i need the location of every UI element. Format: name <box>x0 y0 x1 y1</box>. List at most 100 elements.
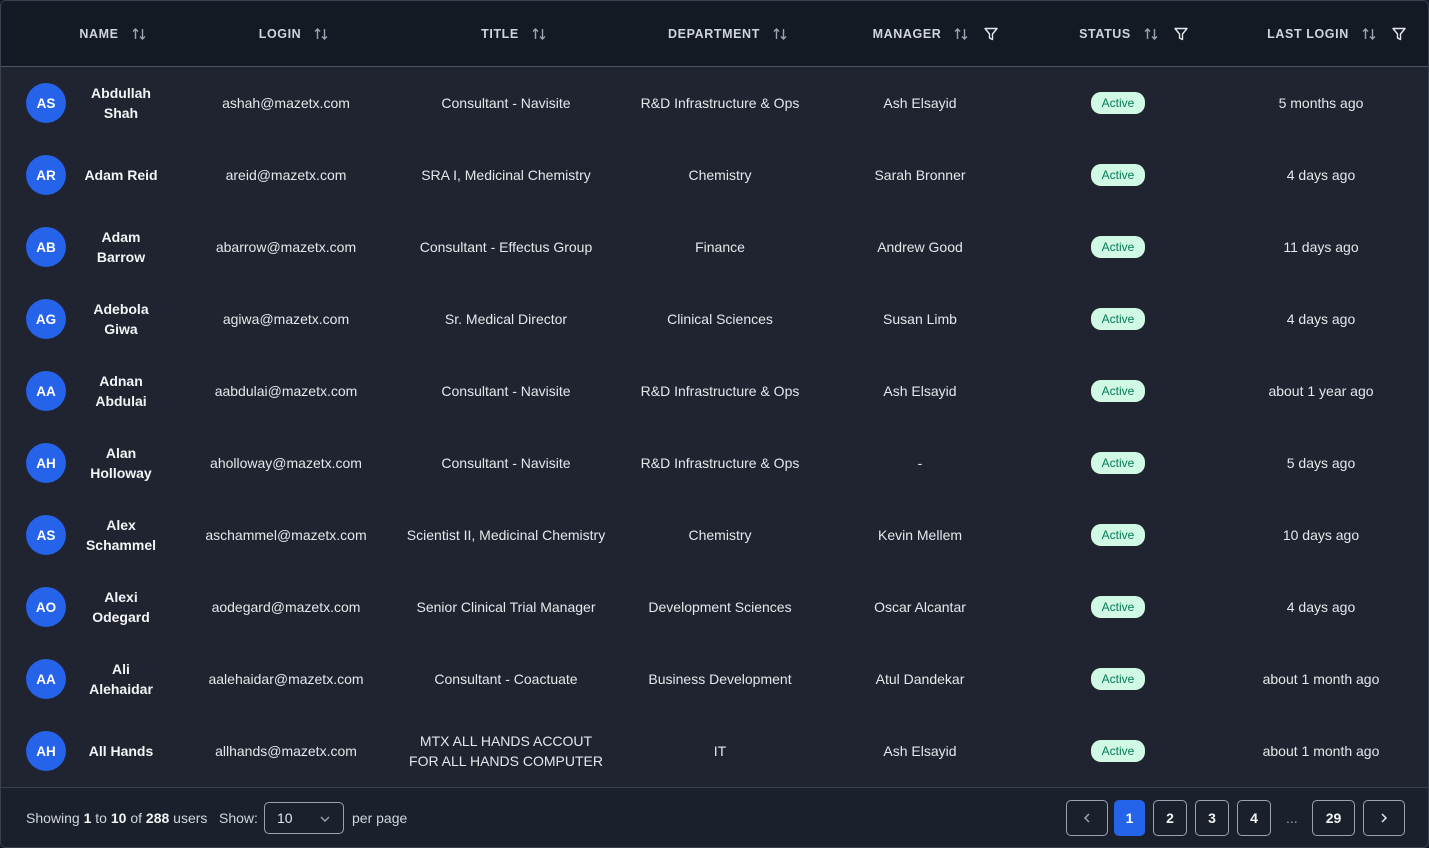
title-text: Senior Clinical Trial Manager <box>416 599 596 615</box>
cell-last-login: 4 days ago <box>1236 571 1406 643</box>
column-label: MANAGER <box>872 27 942 41</box>
cell-manager: - <box>850 427 990 499</box>
cell-title: Sr. Medical Director <box>406 283 606 355</box>
table-row[interactable]: AB Adam Barrow abarrow@mazetx.com Consultan… <box>1 211 1428 283</box>
table-row[interactable]: AA Ali Alehaidar aalehaidar@mazetx.com Cons… <box>1 643 1428 715</box>
login-text: aschammel@mazetx.com <box>205 527 367 543</box>
table-footer: Showing 1 to 10 of 288 users Show: 10 pe… <box>1 787 1428 847</box>
sort-icon[interactable] <box>772 26 788 42</box>
login-text: abarrow@mazetx.com <box>215 239 357 255</box>
avatar: AH <box>26 731 66 771</box>
user-name: Adam Reid <box>84 167 158 183</box>
column-header-department[interactable]: DEPARTMENT <box>608 1 848 67</box>
sort-icon[interactable] <box>1143 26 1159 42</box>
department-text: R&D Infrastructure & Ops <box>640 455 800 471</box>
login-text: aabdulai@mazetx.com <box>214 383 358 399</box>
cell-title: Consultant - Navisite <box>406 355 606 427</box>
cell-department: IT <box>640 715 800 787</box>
unit-label: users <box>173 810 208 826</box>
department-text: Finance <box>695 239 745 255</box>
cell-title: MTX ALL HANDS ACCOUT FOR ALL HANDS COMPU… <box>406 715 606 787</box>
column-header-last-login[interactable]: LAST LOGIN <box>1217 1 1428 67</box>
column-label: LOGIN <box>258 27 302 41</box>
department-text: Chemistry <box>688 167 752 183</box>
chevron-right-icon <box>1381 813 1388 823</box>
column-header-title[interactable]: TITLE <box>394 1 634 67</box>
table-row[interactable]: AG Adebola Giwa agiwa@mazetx.com Sr. Medica… <box>1 283 1428 355</box>
manager-text: Sarah Bronner <box>874 167 966 183</box>
cell-manager: Andrew Good <box>850 211 990 283</box>
table-row[interactable]: AO Alexi Odegard aodegard@mazetx.com Senior… <box>1 571 1428 643</box>
manager-text: Atul Dandekar <box>875 671 965 687</box>
cell-department: Chemistry <box>640 499 800 571</box>
user-name: Adam Barrow <box>96 229 146 265</box>
login-text: aodegard@mazetx.com <box>211 599 361 615</box>
table-row[interactable]: AR Adam Reid areid@mazetx.com SRA I, Medici… <box>1 139 1428 211</box>
status-badge: Active <box>1090 236 1146 258</box>
cell-manager: Ash Elsayid <box>850 715 990 787</box>
cell-department: Business Development <box>640 643 800 715</box>
page-button[interactable]: 1 <box>1114 800 1145 836</box>
prev-page-button[interactable] <box>1066 800 1108 836</box>
next-page-button[interactable] <box>1363 800 1405 836</box>
filter-icon[interactable] <box>1173 26 1189 42</box>
table-row[interactable]: AH Alan Holloway aholloway@mazetx.com Consu… <box>1 427 1428 499</box>
sort-icon[interactable] <box>131 26 147 42</box>
filter-icon[interactable] <box>1391 26 1407 42</box>
cell-name: Adam Barrow <box>81 211 161 283</box>
manager-text: - <box>917 455 923 471</box>
login-text: agiwa@mazetx.com <box>222 311 350 327</box>
per-page-label: per page <box>352 810 408 826</box>
cell-department: R&D Infrastructure & Ops <box>640 355 800 427</box>
last-login-text: 4 days ago <box>1286 167 1356 183</box>
cell-name: Alan Holloway <box>81 427 161 499</box>
table-row[interactable]: AS Alex Schammel aschammel@mazetx.com Scien… <box>1 499 1428 571</box>
title-text: Sr. Medical Director <box>444 311 568 327</box>
cell-login: aalehaidar@mazetx.com <box>196 643 376 715</box>
sort-icon[interactable] <box>1361 26 1377 42</box>
cell-last-login: about 1 year ago <box>1236 355 1406 427</box>
status-badge: Active <box>1090 452 1146 474</box>
cell-login: areid@mazetx.com <box>196 139 376 211</box>
table-row[interactable]: AA Adnan Abdulai aabdulai@mazetx.com Consul… <box>1 355 1428 427</box>
page-size-select[interactable]: 10 <box>264 802 344 834</box>
cell-status: Active <box>1068 499 1168 571</box>
table-row[interactable]: AH All Hands allhands@mazetx.com MTX ALL HA… <box>1 715 1428 787</box>
cell-login: aholloway@mazetx.com <box>196 427 376 499</box>
cell-login: aschammel@mazetx.com <box>196 499 376 571</box>
cell-status: Active <box>1068 571 1168 643</box>
cell-department: Clinical Sciences <box>640 283 800 355</box>
cell-department: R&D Infrastructure & Ops <box>640 427 800 499</box>
department-text: R&D Infrastructure & Ops <box>640 95 800 111</box>
cell-last-login: about 1 month ago <box>1236 643 1406 715</box>
showing-label: Showing <box>26 810 80 826</box>
last-login-text: about 1 year ago <box>1268 383 1374 399</box>
to-label: to <box>95 810 107 826</box>
sort-icon[interactable] <box>953 26 969 42</box>
filter-icon[interactable] <box>983 26 999 42</box>
sort-icon[interactable] <box>531 26 547 42</box>
status-badge: Active <box>1090 308 1146 330</box>
column-label: TITLE <box>481 27 519 41</box>
user-name: Ali Alehaidar <box>89 661 153 697</box>
page-button[interactable]: 4 <box>1237 800 1271 836</box>
page-button[interactable]: 3 <box>1195 800 1229 836</box>
chevron-left-icon <box>1083 813 1090 823</box>
status-badge: Active <box>1090 524 1146 546</box>
cell-login: aodegard@mazetx.com <box>196 571 376 643</box>
column-label: STATUS <box>1079 27 1131 41</box>
cell-login: ashah@mazetx.com <box>196 67 376 139</box>
page-button[interactable]: 2 <box>1153 800 1187 836</box>
user-name: Adnan Abdulai <box>95 373 147 409</box>
cell-department: Chemistry <box>640 139 800 211</box>
cell-status: Active <box>1068 355 1168 427</box>
manager-text: Susan Limb <box>883 311 957 327</box>
table-row[interactable]: AS Abdullah Shah ashah@mazetx.com Consultan… <box>1 67 1428 139</box>
cell-last-login: 5 days ago <box>1236 427 1406 499</box>
page-button-last[interactable]: 29 <box>1312 800 1355 836</box>
cell-department: Finance <box>640 211 800 283</box>
sort-icon[interactable] <box>313 26 329 42</box>
column-header-login[interactable]: LOGIN <box>174 1 414 67</box>
cell-title: SRA I, Medicinal Chemistry <box>406 139 606 211</box>
last-login-text: about 1 month ago <box>1262 671 1380 687</box>
